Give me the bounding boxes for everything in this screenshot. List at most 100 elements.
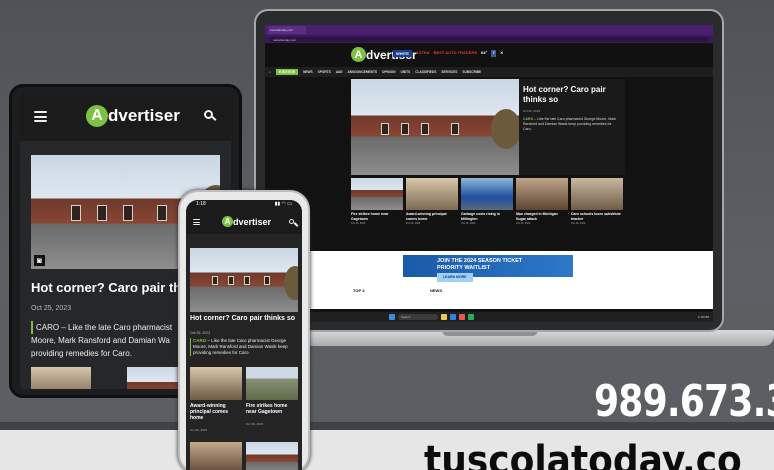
summary-place: CARO <box>193 338 207 343</box>
tablet-date: Oct 25, 2023 <box>31 305 72 312</box>
nav-item-e-edition[interactable]: E-EDITION <box>275 69 299 75</box>
taskbar-app-icon[interactable] <box>450 314 456 320</box>
windows-icon[interactable] <box>389 314 395 320</box>
taskbar-app-icon[interactable] <box>441 314 447 320</box>
hero-text: Hot corner? Caro pair thinks so Oct 25, … <box>519 79 625 175</box>
top3-heading: TOP 3 <box>353 288 365 293</box>
card-date: Oct 26, 2023 <box>351 222 366 225</box>
story-cards: Fire strikes home near Gagetown Oct 26, 2… <box>351 178 625 225</box>
home-icon[interactable]: ⌂ <box>269 70 271 74</box>
taskbar-search[interactable]: Search <box>398 314 438 320</box>
card-photo[interactable] <box>406 178 458 210</box>
card-photo[interactable] <box>571 178 623 210</box>
phone-card-title[interactable]: Fire strikes home near Gagetown <box>246 403 298 415</box>
ad-line2: PRIORITY WAITLIST <box>437 265 491 271</box>
taskbar-app-icon[interactable] <box>468 314 474 320</box>
summary-text: – Like the late Caro pharmacist George M… <box>523 117 616 131</box>
card-title[interactable]: Garbage costs rising in Millington <box>461 212 513 221</box>
taskbar-app-icon[interactable] <box>459 314 465 320</box>
story-card[interactable]: Caro schools loses substitute teacher Oct… <box>571 178 623 225</box>
ad-line1: JOIN THE 2024 SEASON TICKET <box>437 258 523 264</box>
logo-mark: A <box>86 105 108 127</box>
summary-line: CARO – Like the late Caro pharmacist <box>31 321 181 334</box>
taskbar-clock: 1:18 PM <box>697 315 709 319</box>
news-heading: NEWS <box>430 288 442 293</box>
browser-toolbar: tuscolatoday.com <box>265 35 713 43</box>
card-title[interactable]: Caro schools loses substitute teacher <box>571 212 623 221</box>
logo-text: dvertiser <box>108 106 180 125</box>
phone-card-date: Oct 26, 2023 <box>246 422 264 426</box>
nav-item-ae[interactable]: A&E <box>336 70 343 74</box>
laptop-screen: tuscolatoday.com tuscolatoday.com A dver… <box>265 25 713 322</box>
phone-card-photo[interactable] <box>246 367 298 400</box>
hero-story[interactable]: Hot corner? Caro pair thinks so Oct 25, … <box>351 79 625 175</box>
tablet-summary: CARO – Like the late Caro pharmacist Moo… <box>31 321 181 360</box>
promo-phone-number: 989.673.3 <box>594 376 774 427</box>
site-logo[interactable]: A dvertiser <box>222 216 271 227</box>
hero-date: Oct 25, 2023 <box>523 109 541 113</box>
phone-headline[interactable]: Hot corner? Caro pair thinks so <box>190 315 295 322</box>
address-bar[interactable]: tuscolatoday.com <box>269 36 709 42</box>
card-date: Oct 26, 2023 <box>571 222 586 225</box>
learn-more-button[interactable]: LEARN MORE <box>437 273 473 282</box>
facebook-icon[interactable]: f <box>491 50 497 57</box>
hero-summary: CARO – Like the late Caro pharmacist Geo… <box>523 117 621 132</box>
nav-item-announcements[interactable]: ANNOUNCEMENTS <box>347 70 377 74</box>
nav-item-obits[interactable]: OBITS <box>401 70 411 74</box>
phone-device: 1:18 ▮▮ ◠ ▭ A dvertiser Hot corner? Caro… <box>178 190 310 470</box>
x-icon[interactable]: X <box>500 50 503 57</box>
ad-band: JOIN THE 2024 SEASON TICKET PRIORITY WAI… <box>265 251 713 283</box>
ad-white[interactable]: WHITE <box>393 50 412 57</box>
phone-card-photo[interactable] <box>190 367 242 400</box>
signal-icon: ▮▮ ◠ ▭ <box>274 201 292 207</box>
tablet-headline[interactable]: Hot corner? Caro pair thir <box>31 280 190 295</box>
phone-screen: 1:18 ▮▮ ◠ ▭ A dvertiser Hot corner? Caro… <box>186 200 302 470</box>
ad-banner[interactable]: JOIN THE 2024 SEASON TICKET PRIORITY WAI… <box>403 255 573 282</box>
laptop-device: tuscolatoday.com tuscolatoday.com A dver… <box>254 9 724 332</box>
search-icon[interactable] <box>204 110 213 119</box>
summary-line: providing remedies for Caro. <box>31 349 132 358</box>
hero-photo[interactable] <box>351 79 519 175</box>
ad-astra[interactable]: ASTRA <box>416 50 430 57</box>
phone-hero-photo[interactable] <box>190 248 298 312</box>
card-photo[interactable] <box>461 178 513 210</box>
tablet-header: A dvertiser <box>20 95 231 141</box>
nav-item-classifieds[interactable]: CLASSIFIEDS <box>415 70 436 74</box>
phone-date: Oct 25, 2023 <box>190 331 211 335</box>
nav-item-sports[interactable]: SPORTS <box>318 70 331 74</box>
site-logo[interactable]: A dvertiser <box>86 105 180 127</box>
nav-item-subscribe[interactable]: SUBSCRIBE <box>462 70 481 74</box>
browser-tab[interactable]: tuscolatoday.com <box>268 26 306 34</box>
phone-card-title[interactable]: Award-winning principal comes home <box>190 403 242 421</box>
hamburger-menu-icon[interactable] <box>193 219 200 225</box>
card-title[interactable]: Fire strikes home near Gagetown <box>351 212 403 221</box>
card-photo[interactable] <box>351 178 403 210</box>
browser-tabstrip: tuscolatoday.com <box>265 25 713 35</box>
ad-best-auto[interactable]: BEST AUTO TRADERS <box>434 50 477 57</box>
phone-summary: CARO – Like the late Caro pharmacist Geo… <box>190 338 298 356</box>
status-time: 1:18 <box>196 201 206 207</box>
story-card[interactable]: Garbage costs rising in Millington Oct 26… <box>461 178 513 225</box>
card-title[interactable]: Man charged in Michigan Sugar attack <box>516 212 568 221</box>
card-photo[interactable] <box>516 178 568 210</box>
site-header: A dvertiser WHITE ASTRA BEST AUTO TRADER… <box>265 43 713 67</box>
card-title[interactable]: Award-winning principal comes home <box>406 212 458 221</box>
phone-card-photo[interactable] <box>190 442 242 470</box>
story-card[interactable]: Fire strikes home near Gagetown Oct 26, 2… <box>351 178 403 225</box>
card-date: Oct 26, 2023 <box>516 222 531 225</box>
nav-item-opinion[interactable]: OPINION <box>382 70 395 74</box>
phone-card-photo[interactable] <box>246 442 298 470</box>
hamburger-menu-icon[interactable] <box>34 111 47 122</box>
header-ads: WHITE ASTRA BEST AUTO TRADERS 64° f X <box>393 50 503 57</box>
story-card[interactable]: Man charged in Michigan Sugar attack Oct … <box>516 178 568 225</box>
search-icon[interactable] <box>289 219 294 224</box>
card-date: Oct 26, 2023 <box>406 222 421 225</box>
taskbar: Search 1:18 PM <box>265 312 713 322</box>
nav-item-news[interactable]: NEWS <box>303 70 313 74</box>
tablet-card-photo[interactable] <box>31 367 91 389</box>
story-card[interactable]: Award-winning principal comes home Oct 26… <box>406 178 458 225</box>
site-nav: ⌂ E-EDITION NEWS SPORTS A&E ANNOUNCEMENT… <box>265 67 713 77</box>
hero-headline[interactable]: Hot corner? Caro pair thinks so <box>523 85 621 105</box>
nav-item-services[interactable]: SERVICES <box>441 70 457 74</box>
logo-mark: A <box>222 216 233 227</box>
